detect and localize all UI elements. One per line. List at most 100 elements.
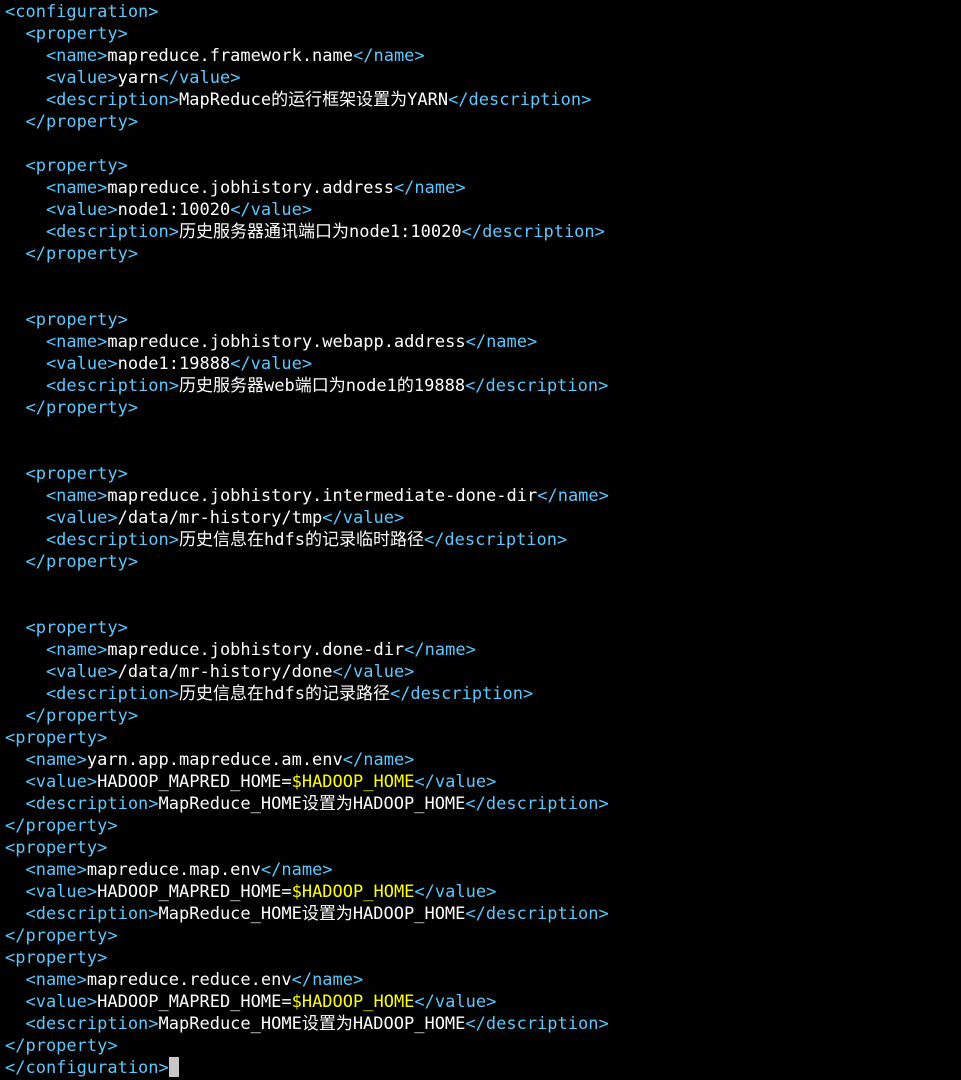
code-line: <name>mapreduce.jobhistory.done-dir</nam… — [5, 639, 955, 661]
xml-text: HADOOP_MAPRED_HOME= — [97, 992, 292, 1012]
xml-tag: </value> — [414, 772, 497, 792]
env-variable: $HADOOP_HOME — [291, 992, 415, 1012]
xml-tag: </description> — [465, 794, 609, 814]
terminal-window[interactable]: <configuration> <property> <name>mapredu… — [0, 0, 961, 1080]
xml-tag: <value> — [5, 772, 98, 792]
xml-text: node1:19888 — [117, 354, 231, 374]
xml-tag: <name> — [5, 178, 108, 198]
xml-tag: </property> — [5, 816, 118, 836]
xml-text: HADOOP_MAPRED_HOME= — [97, 882, 292, 902]
xml-text: node1:10020 — [117, 200, 231, 220]
xml-text: mapreduce.reduce.env — [86, 970, 292, 990]
code-line: <value>HADOOP_MAPRED_HOME=$HADOOP_HOME</… — [5, 771, 955, 793]
xml-tag: </name> — [393, 178, 466, 198]
xml-tag: </description> — [465, 1014, 609, 1034]
text-cursor — [168, 1057, 179, 1077]
code-line: <property> — [5, 727, 955, 749]
xml-text: mapreduce.framework.name — [107, 46, 353, 66]
xml-tag: <name> — [5, 970, 87, 990]
xml-tag: <description> — [5, 222, 179, 242]
xml-tag: </name> — [260, 860, 333, 880]
xml-tag: <name> — [5, 332, 108, 352]
xml-tag: </property> — [5, 926, 118, 946]
xml-tag: </value> — [332, 662, 415, 682]
xml-tag: </name> — [291, 970, 364, 990]
xml-tag: <configuration> — [5, 2, 159, 22]
code-line: <description>历史信息在hdfs的记录临时路径</descripti… — [5, 529, 955, 551]
xml-text: mapreduce.jobhistory.intermediate-done-d… — [107, 486, 538, 506]
code-line: <description>MapReduce_HOME设置为HADOOP_HOM… — [5, 1013, 955, 1035]
code-line: <name>mapreduce.framework.name</name> — [5, 45, 955, 67]
code-line: <name>mapreduce.jobhistory.webapp.addres… — [5, 331, 955, 353]
xml-tag: <property> — [5, 156, 128, 176]
xml-text: /data/mr-history/tmp — [117, 508, 323, 528]
xml-tag: <name> — [5, 640, 108, 660]
xml-text: mapreduce.map.env — [86, 860, 261, 880]
xml-tag: </description> — [465, 376, 609, 396]
code-line: <value>/data/mr-history/tmp</value> — [5, 507, 955, 529]
code-line: <description>MapReduce的运行框架设置为YARN</desc… — [5, 89, 955, 111]
xml-text: mapreduce.jobhistory.webapp.address — [107, 332, 466, 352]
xml-tag: <property> — [5, 24, 128, 44]
code-line: </property> — [5, 815, 955, 837]
xml-tag: </configuration> — [5, 1058, 169, 1078]
xml-text: yarn — [117, 68, 159, 88]
xml-text: MapReduce的运行框架设置为YARN — [179, 90, 449, 110]
xml-tag: <value> — [5, 662, 118, 682]
xml-tag: <description> — [5, 684, 179, 704]
xml-tag: </description> — [423, 530, 568, 550]
xml-tag: <name> — [5, 860, 87, 880]
xml-tag: <value> — [5, 68, 118, 88]
code-line: <name>mapreduce.jobhistory.intermediate-… — [5, 485, 955, 507]
code-line: <property> — [5, 155, 955, 177]
code-line: <description>历史服务器web端口为node1的19888</des… — [5, 375, 955, 397]
xml-tag: </name> — [537, 486, 609, 506]
code-line: </property> — [5, 705, 955, 727]
xml-tag: </property> — [5, 244, 139, 264]
xml-tag: </name> — [404, 640, 476, 660]
xml-text: yarn.app.mapreduce.am.env — [86, 750, 343, 770]
xml-text: mapreduce.jobhistory.address — [107, 178, 394, 198]
code-line: <name>mapreduce.reduce.env</name> — [5, 969, 955, 991]
code-line: <value>node1:10020</value> — [5, 199, 955, 221]
xml-tag: <value> — [5, 200, 118, 220]
xml-tag: <name> — [5, 46, 108, 66]
xml-text: /data/mr-history/done — [117, 662, 333, 682]
xml-tag: <description> — [5, 530, 179, 550]
xml-tag: <value> — [5, 882, 98, 902]
xml-tag: </value> — [414, 992, 497, 1012]
xml-tag: </property> — [5, 706, 139, 726]
code-line: <property> — [5, 309, 955, 331]
code-line: <value>HADOOP_MAPRED_HOME=$HADOOP_HOME</… — [5, 991, 955, 1013]
xml-text: 历史服务器web端口为node1的19888 — [179, 376, 466, 396]
xml-text: MapReduce_HOME设置为HADOOP_HOME — [158, 1014, 466, 1034]
xml-tag: </description> — [448, 90, 592, 110]
xml-tag: <description> — [5, 904, 159, 924]
env-variable: $HADOOP_HOME — [291, 772, 415, 792]
xml-tag: <value> — [5, 354, 118, 374]
code-line: <name>yarn.app.mapreduce.am.env</name> — [5, 749, 955, 771]
code-line: <configuration> — [5, 1, 955, 23]
code-line: </configuration> — [5, 1057, 955, 1079]
code-line: <description>MapReduce_HOME设置为HADOOP_HOM… — [5, 903, 955, 925]
code-line: </property> — [5, 1035, 955, 1057]
xml-tag: <description> — [5, 794, 159, 814]
xml-tag: </description> — [461, 222, 605, 242]
xml-tag: </name> — [342, 750, 415, 770]
code-line: </property> — [5, 551, 955, 573]
xml-tag: <description> — [5, 90, 179, 110]
xml-text: MapReduce_HOME设置为HADOOP_HOME — [158, 794, 466, 814]
code-line: <property> — [5, 463, 955, 485]
code-line: <property> — [5, 617, 955, 639]
xml-tag: </name> — [465, 332, 538, 352]
code-line: <name>mapreduce.jobhistory.address</name… — [5, 177, 955, 199]
xml-tag: <value> — [5, 992, 98, 1012]
code-line: <value>node1:19888</value> — [5, 353, 955, 375]
xml-text: 历史信息在hdfs的记录临时路径 — [179, 530, 424, 550]
xml-editor[interactable]: <configuration> <property> <name>mapredu… — [5, 1, 955, 1079]
